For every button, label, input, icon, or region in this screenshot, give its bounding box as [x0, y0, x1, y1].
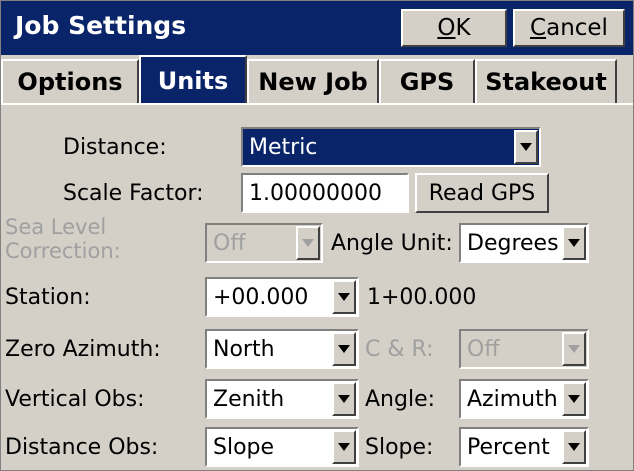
sea-level-correction-label: Sea Level Correction:: [5, 215, 121, 263]
zero-azimuth-select[interactable]: North: [205, 329, 359, 369]
tab-divider: [1, 103, 633, 105]
zero-azimuth-label: Zero Azimuth:: [5, 337, 161, 362]
zero-azimuth-value: North: [213, 337, 275, 362]
c-and-r-select[interactable]: Off: [459, 329, 589, 369]
chevron-down-icon[interactable]: [562, 332, 586, 366]
chevron-down-icon[interactable]: [562, 382, 586, 416]
tab-bar: Options Units New Job GPS Stakeout: [1, 55, 633, 105]
chevron-down-icon[interactable]: [514, 130, 538, 164]
tab-new-job[interactable]: New Job: [247, 59, 379, 103]
slope-select[interactable]: Percent: [459, 427, 589, 467]
station-select[interactable]: +00.000: [205, 277, 359, 317]
tab-options[interactable]: Options: [1, 59, 139, 103]
chevron-down-icon[interactable]: [332, 430, 356, 464]
distance-obs-value: Slope: [213, 435, 275, 460]
cancel-button-label-rest: ancel: [546, 15, 608, 41]
scale-factor-input[interactable]: 1.00000000: [241, 173, 409, 213]
distance-obs-label: Distance Obs:: [5, 435, 159, 460]
cancel-button-mnemonic: C: [530, 15, 547, 41]
ok-button-label-rest: K: [455, 15, 471, 41]
chevron-down-icon[interactable]: [296, 226, 320, 260]
vertical-obs-value: Zenith: [213, 387, 285, 412]
slope-label: Slope:: [365, 435, 434, 460]
tab-stakeout[interactable]: Stakeout: [475, 59, 617, 103]
window-title: Job Settings: [15, 11, 187, 40]
scale-factor-label: Scale Factor:: [63, 181, 204, 206]
distance-obs-select[interactable]: Slope: [205, 427, 359, 467]
tab-gps[interactable]: GPS: [379, 59, 475, 103]
ok-button-mnemonic: O: [437, 15, 456, 41]
chevron-down-icon[interactable]: [562, 226, 586, 260]
title-bar: Job Settings OK Cancel: [1, 1, 633, 55]
sea-level-label-line2: Correction:: [5, 239, 121, 263]
chevron-down-icon[interactable]: [332, 280, 356, 314]
c-and-r-value: Off: [467, 337, 500, 362]
angle-unit-value: Degrees: [467, 231, 559, 256]
distance-label: Distance:: [63, 135, 167, 160]
ok-button[interactable]: OK: [401, 9, 507, 47]
sea-level-correction-select[interactable]: Off: [205, 223, 323, 263]
chevron-down-icon[interactable]: [332, 382, 356, 416]
distance-value: Metric: [249, 135, 318, 160]
scale-factor-value: 1.00000000: [249, 181, 382, 206]
station-label: Station:: [5, 285, 91, 310]
station-readout: 1+00.000: [367, 285, 477, 310]
vertical-obs-select[interactable]: Zenith: [205, 379, 359, 419]
c-and-r-label: C & R:: [365, 337, 434, 362]
vertical-obs-label: Vertical Obs:: [5, 387, 145, 412]
angle-select[interactable]: Azimuth: [459, 379, 589, 419]
read-gps-button[interactable]: Read GPS: [415, 173, 549, 213]
angle-unit-label: Angle Unit:: [331, 231, 453, 256]
chevron-down-icon[interactable]: [562, 430, 586, 464]
distance-select[interactable]: Metric: [241, 127, 541, 167]
sea-level-label-line1: Sea Level: [5, 215, 107, 239]
cancel-button[interactable]: Cancel: [513, 9, 625, 47]
angle-value: Azimuth: [467, 387, 558, 412]
job-settings-window: Job Settings OK Cancel Options Units New…: [0, 0, 634, 471]
tab-units[interactable]: Units: [139, 55, 247, 105]
angle-unit-select[interactable]: Degrees: [459, 223, 589, 263]
sea-level-correction-value: Off: [213, 231, 246, 256]
station-value: +00.000: [213, 285, 309, 310]
angle-label: Angle:: [365, 387, 436, 412]
slope-value: Percent: [467, 435, 550, 460]
chevron-down-icon[interactable]: [332, 332, 356, 366]
